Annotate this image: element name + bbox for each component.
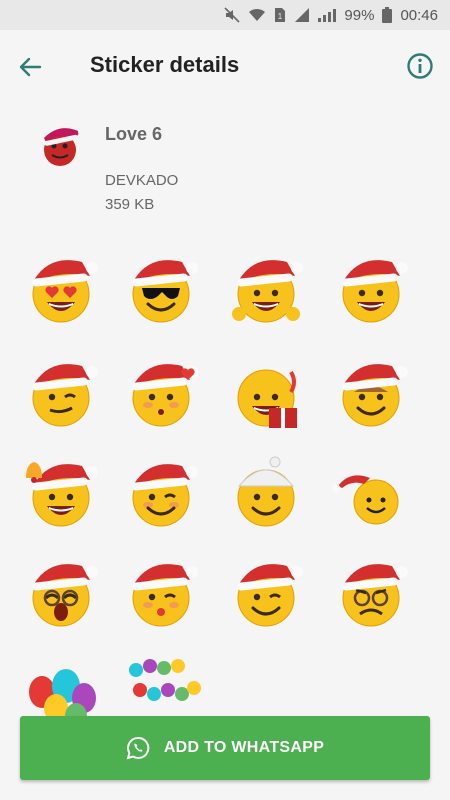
pack-header: Love 6 DEVKADO 359 KB (0, 110, 450, 230)
sticker-image (32, 260, 98, 323)
sticker-thumbs-up-santa-hat[interactable] (225, 248, 307, 330)
sticker-blush-hearts-santa-hat[interactable] (120, 352, 202, 434)
signal-bars-icon (318, 8, 337, 22)
sticker-image (132, 364, 198, 427)
sticker-image (237, 456, 295, 527)
signal-icon (294, 7, 310, 23)
sticker-image (237, 369, 297, 428)
sticker-bell-ringing-santa-hat[interactable] (20, 452, 102, 534)
sticker-santa-hat-smile[interactable] (330, 452, 412, 534)
add-to-whatsapp-button[interactable]: ADD TO WHATSAPP (20, 716, 430, 780)
app-bar: Sticker details (0, 30, 450, 102)
sticker-image (342, 364, 408, 427)
sticker-wink-santa-hat[interactable] (120, 452, 202, 534)
sticker-image (26, 462, 98, 527)
back-button[interactable] (14, 52, 46, 82)
battery-text: 99% (344, 6, 375, 24)
sticker-image (132, 564, 198, 627)
add-button-label: ADD TO WHATSAPP (163, 739, 325, 756)
sticker-image (32, 364, 98, 427)
sticker-image (32, 564, 98, 627)
sticker-blush-santa-hat[interactable] (330, 352, 412, 434)
battery-icon (382, 7, 393, 23)
sticker-image (332, 475, 399, 525)
sticker-image (132, 464, 198, 527)
sticker-gift-hug-emoji[interactable] (225, 352, 307, 434)
sticker-smirk-santa-hat[interactable] (20, 352, 102, 434)
sticker-image (232, 260, 303, 323)
sticker-grin-santa-hat[interactable] (330, 248, 412, 330)
tray-icon (38, 118, 88, 168)
sticker-image (342, 260, 408, 323)
sticker-wink-santa-hat-2[interactable] (225, 552, 307, 634)
status-bar: 1 99% 00:46 (0, 0, 450, 30)
sim-icon: 1 (274, 7, 286, 23)
sticker-crying-laugh-santa-hat[interactable] (20, 552, 102, 634)
pack-size: 359 KB (105, 196, 155, 213)
sticker-image (342, 564, 408, 627)
sticker-snow-hat-smile[interactable] (225, 452, 307, 534)
sticker-heart-eyes-santa-hat[interactable] (20, 248, 102, 330)
sticker-kiss-santa-hat[interactable] (120, 552, 202, 634)
whatsapp-icon (126, 736, 150, 760)
page-title: Sticker details (90, 52, 240, 77)
pack-name: Love 6 (105, 124, 163, 144)
sticker-image (237, 564, 303, 627)
pack-author: DEVKADO (105, 172, 179, 189)
info-icon (407, 53, 433, 79)
sticker-sunglasses-santa-hat[interactable] (120, 248, 202, 330)
wifi-icon (248, 7, 266, 23)
sticker-angry-glasses-santa-hat[interactable] (330, 552, 412, 634)
sticker-image (132, 260, 198, 323)
mute-icon (224, 7, 240, 23)
info-button[interactable] (406, 52, 434, 80)
svg-text:1: 1 (278, 12, 283, 21)
back-arrow-icon (19, 57, 42, 77)
clock: 00:46 (400, 6, 438, 24)
